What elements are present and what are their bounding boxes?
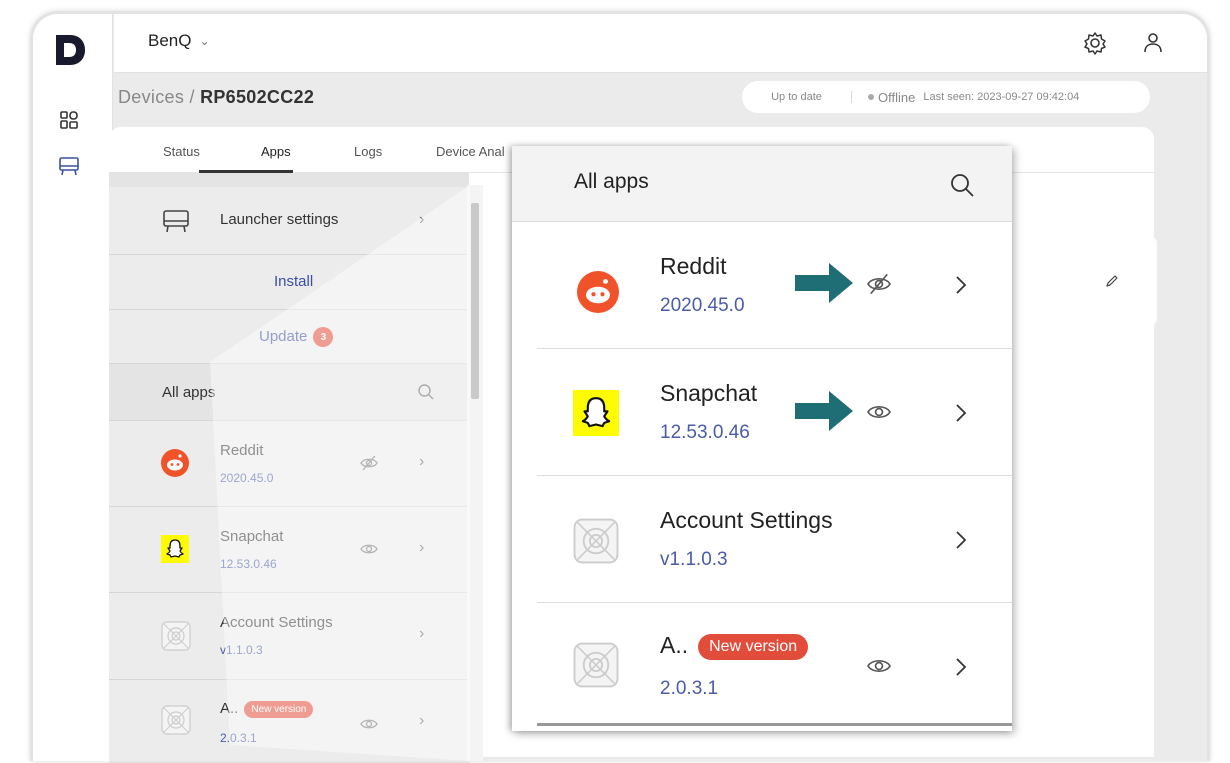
zoomed-app-row-account-settings[interactable]: Account Settings v1.1.0.3 — [537, 477, 1012, 603]
placeholder-app-icon — [573, 518, 619, 564]
install-row: Install — [109, 255, 467, 310]
placeholder-app-icon — [573, 642, 619, 688]
app-row-new-version[interactable]: A.. New version 2.0.3.1 › — [109, 680, 467, 761]
chevron-right-icon: › — [419, 712, 425, 729]
zoomed-app-row-new-version[interactable]: A.. New version 2.0.3.1 — [537, 604, 1012, 726]
search-icon[interactable] — [417, 383, 435, 401]
all-apps-title: All apps — [162, 384, 216, 401]
chevron-right-icon: › — [419, 625, 425, 642]
chevron-right-icon: › — [419, 211, 425, 228]
eye-icon[interactable] — [865, 655, 893, 677]
update-button[interactable]: Update 3 — [259, 327, 334, 347]
app-version: 2020.45.0 — [660, 295, 745, 316]
app-name: Snapchat — [660, 380, 758, 406]
app-version: 2020.45.0 — [220, 471, 274, 485]
app-row-account-settings[interactable]: Account Settings v1.1.0.3 › — [109, 593, 467, 680]
install-button[interactable]: Install — [274, 273, 313, 290]
breadcrumb-separator: / — [189, 87, 195, 107]
breadcrumb: Devices / RP6502CC22 — [118, 87, 314, 108]
detail-card — [1012, 237, 1157, 325]
scrollbar-thumb[interactable] — [471, 203, 479, 399]
tab-status[interactable]: Status — [163, 144, 200, 159]
org-name: BenQ — [148, 31, 192, 50]
app-logo — [56, 35, 85, 65]
arrow-right-icon — [795, 263, 853, 303]
app-name: Snapchat — [220, 528, 284, 545]
eye-icon[interactable] — [359, 541, 379, 557]
chevron-down-icon: ⌄ — [199, 34, 210, 48]
app-row-reddit[interactable]: Reddit 2020.45.0 › — [109, 421, 467, 507]
app-version: 2.0.3.1 — [220, 731, 257, 745]
reddit-icon — [577, 271, 619, 313]
zoomed-all-apps-title: All apps — [574, 170, 649, 193]
zoomed-apps-list: All apps Reddit 2020.45.0 Snapchat 12.53… — [512, 146, 1012, 731]
new-version-badge: New version — [244, 700, 314, 718]
update-status: Up to date — [742, 91, 852, 103]
app-name: A.. New version — [220, 700, 314, 718]
app-name: Reddit — [660, 253, 727, 279]
launcher-settings-label: Launcher settings — [220, 211, 339, 228]
launcher-icon — [163, 210, 189, 233]
org-selector[interactable]: BenQ ⌄ — [148, 31, 210, 51]
breadcrumb-current: RP6502CC22 — [200, 87, 315, 107]
dashboard-icon[interactable] — [57, 108, 81, 132]
app-name: Reddit — [220, 442, 264, 459]
app-row-snapchat[interactable]: Snapchat 12.53.0.46 › — [109, 507, 467, 593]
eye-off-icon[interactable] — [359, 455, 379, 471]
chevron-right-icon[interactable] — [953, 656, 969, 678]
launcher-settings-row[interactable]: Launcher settings › — [109, 187, 467, 255]
breadcrumb-devices[interactable]: Devices — [118, 87, 184, 107]
nav-rail — [33, 14, 113, 761]
chevron-right-icon: › — [419, 539, 425, 556]
snapchat-icon — [573, 390, 619, 436]
tab-logs[interactable]: Logs — [354, 144, 382, 159]
chevron-right-icon: › — [419, 453, 425, 470]
app-name: Account Settings — [220, 614, 333, 631]
chevron-right-icon[interactable] — [953, 529, 969, 551]
last-seen: Last seen: 2023-09-27 09:42:04 — [923, 91, 1080, 103]
status-dot — [868, 94, 874, 100]
connection-status: Offline — [878, 89, 916, 105]
tab-apps[interactable]: Apps — [261, 144, 291, 159]
new-version-badge: New version — [698, 633, 809, 660]
placeholder-app-icon — [161, 621, 191, 651]
zoomed-app-row-snapchat[interactable]: Snapchat 12.53.0.46 — [537, 350, 1012, 476]
search-icon[interactable] — [949, 172, 975, 198]
app-version: 2.0.3.1 — [660, 678, 719, 699]
app-version: v1.1.0.3 — [220, 643, 263, 657]
reddit-icon — [161, 449, 189, 477]
app-name: A.. New version — [660, 632, 809, 660]
eye-icon[interactable] — [359, 716, 379, 732]
app-version: 12.53.0.46 — [220, 557, 277, 571]
top-bar: BenQ ⌄ — [114, 14, 1207, 73]
scrollbar[interactable] — [467, 185, 483, 761]
snapchat-icon — [161, 535, 189, 563]
all-apps-header: All apps — [109, 364, 467, 421]
app-version: 12.53.0.46 — [660, 422, 750, 443]
app-version: v1.1.0.3 — [660, 549, 728, 570]
update-count-badge: 3 — [313, 327, 334, 347]
placeholder-app-icon — [161, 705, 191, 735]
update-label: Update — [259, 327, 308, 345]
devices-icon[interactable] — [57, 154, 81, 178]
zoomed-all-apps-header: All apps — [512, 146, 1012, 222]
chevron-right-icon[interactable] — [953, 274, 969, 296]
pencil-icon[interactable] — [1105, 274, 1119, 288]
update-row: Update 3 — [109, 310, 467, 364]
user-icon[interactable] — [1140, 30, 1166, 56]
eye-off-icon[interactable] — [865, 273, 893, 295]
zoomed-app-row-reddit[interactable]: Reddit 2020.45.0 — [537, 223, 1012, 349]
eye-icon[interactable] — [865, 401, 893, 423]
chevron-right-icon[interactable] — [953, 402, 969, 424]
app-name: Account Settings — [660, 507, 833, 533]
gear-icon[interactable] — [1082, 30, 1108, 56]
arrow-right-icon — [795, 391, 853, 431]
device-status-pill: Up to date Offline Last seen: 2023-09-27… — [742, 81, 1150, 113]
tab-device-analytics[interactable]: Device Anal — [436, 144, 505, 159]
